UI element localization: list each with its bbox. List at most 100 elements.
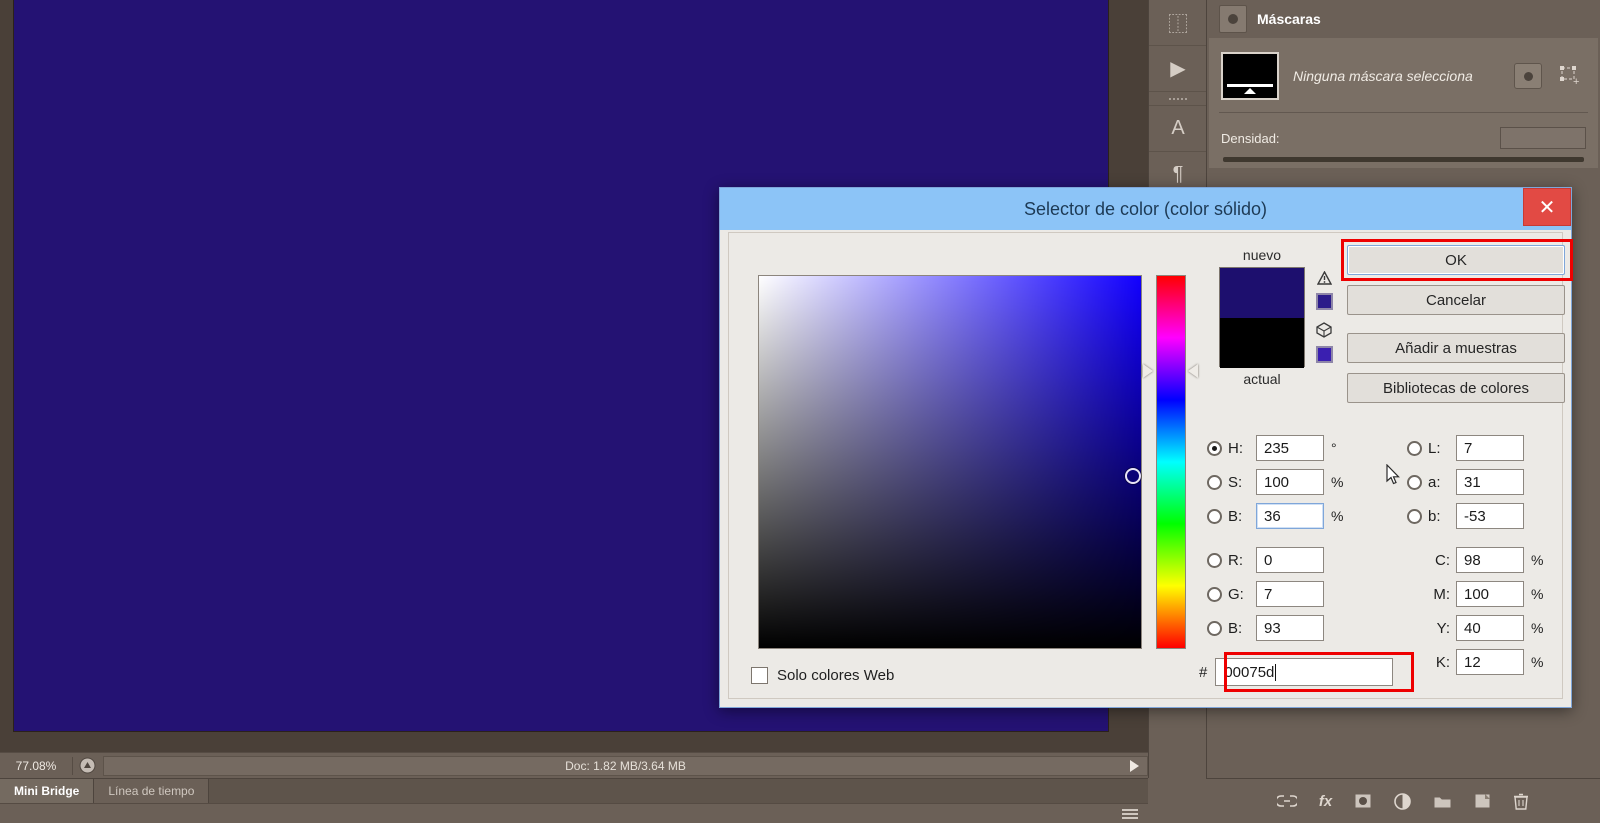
- cancel-button[interactable]: Cancelar: [1347, 285, 1565, 315]
- close-icon[interactable]: ✕: [1523, 188, 1571, 226]
- panel-divider: [1219, 112, 1588, 113]
- radio-b-brightness[interactable]: [1207, 508, 1222, 524]
- websafe-warning-swatch[interactable]: [1315, 346, 1333, 363]
- out-of-gamut-warning-icon[interactable]: [1316, 270, 1332, 287]
- websafe-only-label: Solo colores Web: [777, 667, 895, 684]
- taskbar-filler: [209, 779, 1148, 803]
- field-row-m[interactable]: M: 100 %: [1407, 577, 1597, 611]
- adjustment-layer-icon[interactable]: [1394, 792, 1411, 810]
- input-g[interactable]: 7: [1256, 581, 1324, 607]
- photoshop-window: 77.08% Doc: 1.82 MB/3.64 MB Mini Bridge …: [0, 0, 1600, 823]
- unit-h: °: [1331, 440, 1337, 456]
- input-y[interactable]: 40: [1456, 615, 1524, 641]
- websafe-only-checkbox[interactable]: [751, 667, 768, 684]
- panel-title: Máscaras: [1257, 11, 1321, 27]
- radio-a[interactable]: [1407, 474, 1422, 490]
- websafe-only-row[interactable]: Solo colores Web: [751, 667, 894, 684]
- label-a: a:: [1428, 473, 1441, 491]
- vector-mask-add-icon[interactable]: +: [1556, 63, 1586, 89]
- density-slider[interactable]: [1223, 157, 1584, 162]
- field-row-k[interactable]: K: 12 %: [1407, 645, 1597, 679]
- radio-b-blue[interactable]: [1207, 620, 1222, 636]
- character-panel-icon[interactable]: A: [1149, 106, 1207, 152]
- align-icon[interactable]: ⿰: [1149, 0, 1207, 46]
- document-thumbnail-icon[interactable]: [73, 757, 101, 774]
- input-b-blue[interactable]: 93: [1256, 615, 1324, 641]
- hex-field-row[interactable]: # 00075d: [1199, 658, 1394, 686]
- radio-g[interactable]: [1207, 586, 1222, 602]
- radio-s[interactable]: [1207, 474, 1222, 490]
- add-layer-mask-icon[interactable]: [1354, 793, 1372, 809]
- label-l: L:: [1428, 439, 1441, 457]
- unit-m: %: [1531, 586, 1544, 602]
- saturation-value-field[interactable]: [758, 275, 1142, 649]
- field-row-s[interactable]: S: 100 %: [1207, 465, 1397, 499]
- link-layers-icon[interactable]: [1276, 794, 1297, 808]
- zoom-level[interactable]: 77.08%: [0, 759, 72, 773]
- hamburger-menu-icon[interactable]: [1122, 807, 1138, 821]
- hue-slider[interactable]: [1156, 275, 1186, 649]
- current-color-label: actual: [1243, 371, 1281, 387]
- delete-layer-icon[interactable]: [1513, 793, 1529, 810]
- play-triangle-icon[interactable]: ▶: [1149, 46, 1207, 92]
- grip-icon[interactable]: [1149, 92, 1207, 106]
- field-row-b-brightness[interactable]: B: 36 %: [1207, 499, 1397, 533]
- new-layer-icon[interactable]: [1474, 793, 1491, 809]
- hex-input[interactable]: 00075d: [1215, 658, 1394, 686]
- document-size-info[interactable]: Doc: 1.82 MB/3.64 MB: [103, 755, 1148, 776]
- field-row-y[interactable]: Y: 40 %: [1407, 611, 1597, 645]
- doc-size-text: Doc: 1.82 MB/3.64 MB: [565, 758, 686, 773]
- field-row-a[interactable]: a: 31: [1407, 465, 1597, 499]
- color-picker-dialog[interactable]: Selector de color (color sólido) ✕ nuevo…: [719, 187, 1573, 708]
- mask-row[interactable]: Ninguna máscara selecciona +: [1209, 44, 1598, 108]
- input-b-lab[interactable]: -53: [1456, 503, 1524, 529]
- color-selection-marker[interactable]: [1125, 468, 1141, 484]
- current-color-swatch[interactable]: [1220, 318, 1304, 368]
- layer-style-fx-icon[interactable]: fx: [1319, 793, 1332, 810]
- dialog-title-bar[interactable]: Selector de color (color sólido) ✕: [720, 188, 1571, 230]
- ok-button[interactable]: OK: [1347, 245, 1565, 275]
- input-k[interactable]: 12: [1456, 649, 1524, 675]
- field-row-r[interactable]: R: 0: [1207, 543, 1397, 577]
- color-libraries-button[interactable]: Bibliotecas de colores: [1347, 373, 1565, 403]
- radio-h[interactable]: [1207, 440, 1222, 456]
- non-websafe-cube-icon[interactable]: [1316, 322, 1332, 340]
- label-b-blue: B:: [1228, 619, 1243, 637]
- hue-slider-handle-left[interactable]: [1143, 364, 1153, 378]
- add-to-swatches-button[interactable]: Añadir a muestras: [1347, 333, 1565, 363]
- status-bar: 77.08% Doc: 1.82 MB/3.64 MB: [0, 752, 1148, 778]
- field-row-h[interactable]: H: 235 °: [1207, 431, 1397, 465]
- color-preview-box[interactable]: [1219, 267, 1305, 368]
- input-h[interactable]: 235: [1256, 435, 1324, 461]
- radio-l[interactable]: [1407, 440, 1422, 456]
- field-row-c[interactable]: C: 98 %: [1407, 543, 1597, 577]
- hsb-rgb-column: H: 235 ° S: 100 % B: 36 % R: 0 G: 7 B: 9…: [1207, 431, 1397, 645]
- field-row-l[interactable]: L: 7: [1407, 431, 1597, 465]
- unit-s: %: [1331, 474, 1344, 490]
- input-c[interactable]: 98: [1456, 547, 1524, 573]
- pixel-mask-icon[interactable]: [1514, 63, 1542, 89]
- hex-value: 00075d: [1224, 663, 1275, 681]
- field-row-b-lab[interactable]: b: -53: [1407, 499, 1597, 533]
- hue-slider-handle-right[interactable]: [1188, 364, 1198, 378]
- radio-r[interactable]: [1207, 552, 1222, 568]
- tab-linea-de-tiempo[interactable]: Línea de tiempo: [94, 779, 210, 803]
- gamut-warning-swatch[interactable]: [1315, 293, 1333, 310]
- input-a[interactable]: 31: [1456, 469, 1524, 495]
- field-row-g[interactable]: G: 7: [1207, 577, 1397, 611]
- mask-thumbnail[interactable]: [1221, 52, 1279, 100]
- density-value-field[interactable]: [1500, 127, 1586, 149]
- mask-panel-icon[interactable]: [1219, 5, 1247, 33]
- input-l[interactable]: 7: [1456, 435, 1524, 461]
- input-s[interactable]: 100: [1256, 469, 1324, 495]
- unit-k: %: [1531, 654, 1544, 670]
- tab-mini-bridge[interactable]: Mini Bridge: [0, 779, 95, 803]
- input-r[interactable]: 0: [1256, 547, 1324, 573]
- new-color-swatch[interactable]: [1220, 268, 1304, 318]
- field-row-b-blue[interactable]: B: 93: [1207, 611, 1397, 645]
- input-m[interactable]: 100: [1456, 581, 1524, 607]
- input-b-brightness[interactable]: 36: [1256, 503, 1324, 529]
- radio-b-lab[interactable]: [1407, 508, 1422, 524]
- play-arrow-icon[interactable]: [1130, 759, 1139, 772]
- new-group-icon[interactable]: [1433, 794, 1452, 809]
